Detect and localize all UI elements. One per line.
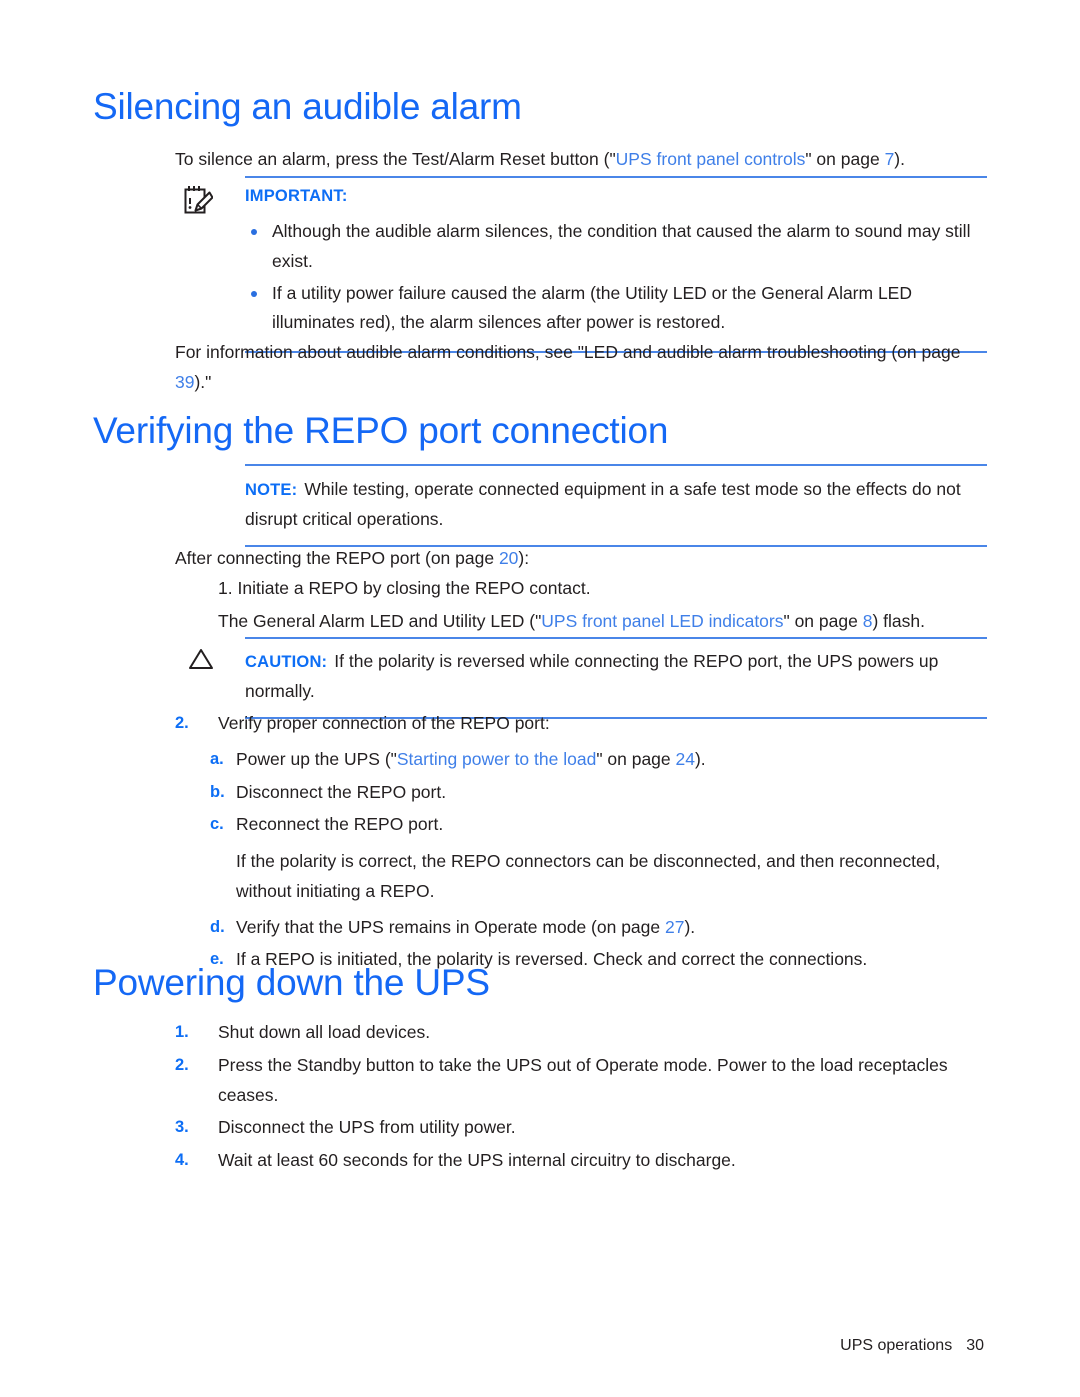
- list-item: 3. Disconnect the UPS from utility power…: [175, 1113, 980, 1143]
- page-footer: UPS operations 30: [840, 1337, 984, 1355]
- step-text: Initiate a REPO by closing the REPO cont…: [237, 578, 591, 598]
- list-marker: a.: [210, 749, 224, 768]
- list-item: 1. Initiate a REPO by closing the REPO c…: [175, 574, 980, 604]
- substep-pre: Disconnect the REPO port.: [236, 781, 447, 802]
- list-marker: b.: [210, 782, 225, 801]
- list-marker: 4.: [175, 1151, 189, 1169]
- substep-pre: Reconnect the REPO port.: [236, 814, 444, 835]
- warning-triangle-icon: [188, 647, 214, 676]
- lead-paragraph-repo: After connecting the REPO port (on page …: [175, 544, 980, 574]
- heading-silencing-an-audible-alarm: Silencing an audible alarm: [93, 86, 522, 127]
- list-marker: d.: [210, 917, 225, 936]
- substep-post: ).: [694, 748, 706, 769]
- list-item: 2. Verify proper connection of the REPO …: [175, 709, 980, 739]
- page-ref-7[interactable]: 7: [885, 149, 895, 169]
- page-ref-27[interactable]: 27: [665, 917, 684, 937]
- closing-paragraph-silencing: For information about audible alarm cond…: [175, 338, 980, 398]
- followup-mid: " on page: [783, 610, 863, 631]
- closing-text-post: ).": [194, 371, 212, 392]
- closing-text-pre: For information about audible alarm cond…: [175, 342, 961, 362]
- list-marker: c.: [210, 815, 224, 834]
- caution-label: CAUTION:: [245, 653, 328, 671]
- document-page: Silencing an audible alarm To silence an…: [0, 0, 1080, 1397]
- substep-mid: " on page: [596, 748, 676, 769]
- substep-pre: Verify that the UPS remains in Operate m…: [236, 916, 665, 937]
- important-admonition: IMPORTANT: Although the audible alarm si…: [184, 176, 987, 353]
- footer-chapter: UPS operations: [840, 1337, 953, 1354]
- page-ref-39[interactable]: 39: [175, 372, 194, 392]
- caution-body: CAUTION: If the polarity is reversed whil…: [245, 647, 987, 707]
- list-marker: 1.: [218, 578, 233, 598]
- link-starting-power-to-the-load[interactable]: Starting power to the load: [397, 749, 596, 769]
- list-item: 4. Wait at least 60 seconds for the UPS …: [175, 1146, 980, 1176]
- page-ref-24[interactable]: 24: [676, 749, 695, 769]
- list-marker: 2.: [175, 1055, 189, 1074]
- caution-text: If the polarity is reversed while connec…: [245, 651, 939, 701]
- lead-text-pre: After connecting the REPO port (on page: [175, 548, 499, 568]
- intro-text-pre: To silence an alarm, press the Test/Alar…: [175, 149, 616, 169]
- heading-verifying-the-repo-port-connection: Verifying the REPO port connection: [93, 410, 669, 451]
- list-item: Although the audible alarm silences, the…: [245, 217, 987, 277]
- list-item: c. Reconnect the REPO port.: [210, 810, 980, 840]
- list-item: b. Disconnect the REPO port.: [210, 778, 980, 808]
- substep-c-followup: If the polarity is correct, the REPO con…: [236, 851, 941, 901]
- page-ref-20[interactable]: 20: [499, 548, 518, 568]
- list-item: If a utility power failure caused the al…: [245, 279, 987, 339]
- heading-powering-down-the-ups: Powering down the UPS: [93, 962, 490, 1003]
- list-item: d. Verify that the UPS remains in Operate…: [210, 913, 980, 943]
- important-label: IMPORTANT:: [245, 187, 348, 205]
- notepad-pencil-icon: [183, 184, 214, 221]
- substep-pre: Power up the UPS (": [236, 748, 397, 769]
- note-admonition: NOTE: While testing, operate connected eq…: [245, 464, 987, 547]
- note-label: NOTE:: [245, 481, 298, 499]
- lead-text-post: ):: [518, 548, 530, 568]
- step-1-followup: The General Alarm LED and Utility LED ("…: [175, 607, 980, 637]
- intro-text-post: ).: [894, 149, 905, 169]
- repo-substep-list: a. Power up the UPS ("Starting power to t…: [210, 745, 980, 975]
- page-ref-8[interactable]: 8: [863, 611, 873, 631]
- list-marker: 1.: [175, 1023, 189, 1041]
- intro-paragraph-silencing: To silence an alarm, press the Test/Alar…: [175, 145, 987, 175]
- repo-step-1-block: 1. Initiate a REPO by closing the REPO c…: [175, 574, 980, 637]
- step-text: Press the Standby button to take the UPS…: [218, 1054, 948, 1105]
- repo-step-2-block: 2. Verify proper connection of the REPO …: [175, 709, 980, 978]
- link-ups-front-panel-led-indicators[interactable]: UPS front panel LED indicators: [541, 611, 783, 631]
- step-text: Wait at least 60 seconds for the UPS int…: [218, 1150, 736, 1170]
- note-text: While testing, operate connected equipme…: [245, 479, 961, 529]
- step-text: Verify proper connection of the REPO por…: [218, 713, 550, 733]
- footer-page-number: 30: [966, 1337, 984, 1354]
- list-item: a. Power up the UPS ("Starting power to t…: [210, 745, 980, 775]
- followup-post: ) flash.: [872, 610, 925, 631]
- followup-pre: The General Alarm LED and Utility LED (": [218, 610, 542, 631]
- powering-down-step-list: 1. Shut down all load devices. 2. Press …: [175, 1018, 980, 1179]
- important-bullet-list: Although the audible alarm silences, the…: [245, 217, 987, 338]
- step-text: Disconnect the UPS from utility power.: [218, 1117, 516, 1138]
- link-ups-front-panel-controls[interactable]: UPS front panel controls: [616, 149, 806, 169]
- list-item: 2. Press the Standby button to take the …: [175, 1051, 980, 1111]
- list-marker: 3.: [175, 1118, 189, 1137]
- list-item: 1. Shut down all load devices.: [175, 1018, 980, 1048]
- note-body: NOTE: While testing, operate connected eq…: [245, 475, 987, 535]
- substep-post: ).: [684, 916, 696, 937]
- caution-admonition: CAUTION: If the polarity is reversed whil…: [189, 637, 987, 719]
- intro-text-mid: " on page: [805, 149, 885, 169]
- list-marker: 2.: [175, 714, 189, 732]
- step-text: Shut down all load devices.: [218, 1022, 431, 1042]
